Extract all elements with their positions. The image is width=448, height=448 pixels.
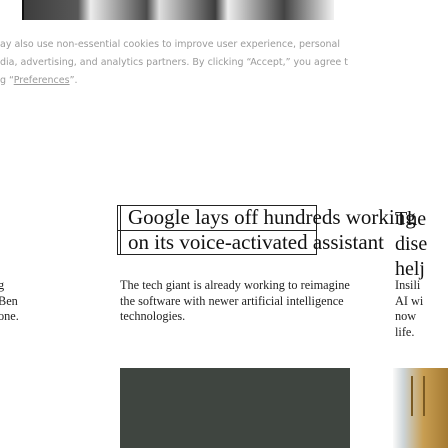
story-headline-link[interactable]: Google lays off hundreds working on its … xyxy=(128,205,438,255)
cookie-notice-line: dia, advertising, and analytics partners… xyxy=(0,57,349,68)
cookie-notice: ay also use non-essential cookies to imp… xyxy=(0,36,448,90)
preferences-link[interactable]: Preferences xyxy=(14,75,70,86)
banner-pattern xyxy=(22,0,334,20)
banner-edge xyxy=(22,0,24,20)
cookie-notice-prefix: g “ xyxy=(0,75,14,86)
cookie-notice-suffix: ”. xyxy=(69,75,78,86)
cookie-notice-line: ay also use non-essential cookies to imp… xyxy=(0,39,341,50)
image-detail xyxy=(423,376,425,416)
header-banner-image xyxy=(0,0,448,22)
image-detail xyxy=(411,376,413,416)
right-column-headline[interactable]: The dise helj xyxy=(395,207,448,282)
story-summary: The tech giant is already working to rei… xyxy=(120,278,350,323)
cookie-notice-line: g “Preferences”. xyxy=(0,72,448,90)
story-image[interactable] xyxy=(120,368,350,448)
left-column-text: g Ben one. xyxy=(0,278,19,323)
right-story-image[interactable] xyxy=(393,368,448,448)
right-column-summary: Insili AI wi now life. xyxy=(395,278,424,339)
